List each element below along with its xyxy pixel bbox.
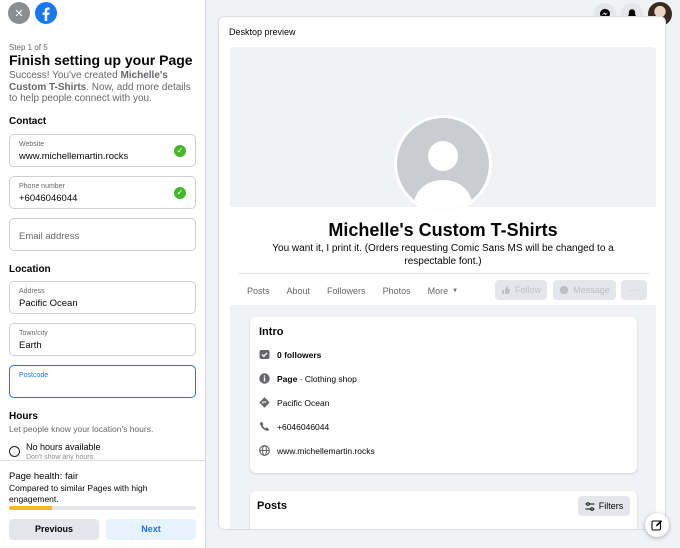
followers-row: 0 followers [259, 349, 321, 360]
phone-row: +6046046044 [259, 421, 329, 432]
message-button[interactable]: Message [553, 280, 616, 300]
close-icon[interactable]: × [8, 2, 30, 24]
phone-icon [259, 421, 270, 432]
tab-photos[interactable]: Photos [383, 286, 411, 296]
location-pin-icon [259, 397, 270, 408]
phone-value: +6046046044 [19, 193, 78, 204]
hours-subtitle: Let people know your location's hours. [9, 424, 154, 434]
page-tabs: Posts About Followers Photos More ▼ [247, 286, 475, 296]
preview-label: Desktop preview [229, 27, 296, 37]
check-icon: ✓ [174, 187, 186, 199]
followers-icon [259, 349, 270, 360]
website-field[interactable]: Website www.michellemartin.rocks ✓ [9, 134, 196, 167]
posts-title: Posts [257, 500, 287, 512]
info-icon [259, 373, 270, 384]
phone-field[interactable]: Phone number +6046046044 ✓ [9, 176, 196, 209]
location-row: Pacific Ocean [259, 397, 329, 408]
page-health: Page health: fair Compared to similar Pa… [0, 460, 205, 548]
success-message: Success! You've created Michelle's Custo… [9, 70, 191, 104]
follow-icon [501, 286, 510, 294]
check-icon: ✓ [174, 145, 186, 157]
filters-button[interactable]: Filters [578, 496, 630, 516]
intro-title: Intro [259, 326, 284, 338]
city-field[interactable]: Town/city Earth [9, 323, 196, 356]
health-title: Page health: fair [9, 471, 79, 482]
email-field[interactable]: Email address [9, 218, 196, 251]
divider [239, 273, 649, 274]
default-profile-icon [397, 118, 489, 210]
contact-heading: Contact [9, 116, 47, 127]
next-button[interactable]: Next [106, 519, 196, 540]
page-title: Finish setting up your Page [9, 52, 193, 68]
website-value: www.michellemartin.rocks [19, 151, 129, 162]
health-progress-bar [9, 506, 196, 510]
facebook-logo-icon[interactable] [35, 2, 57, 24]
preview-page-name: Michelle's Custom T-Shirts [328, 220, 558, 240]
intro-card: Intro 0 followers Page · Clothing shop P… [250, 317, 637, 473]
filters-icon [585, 501, 595, 511]
health-subtitle: Compared to similar Pages with high enga… [9, 483, 148, 504]
caret-down-icon: ▼ [452, 288, 459, 294]
tab-more[interactable]: More ▼ [428, 286, 458, 296]
more-options-button[interactable]: ··· [621, 280, 647, 300]
hours-heading: Hours [9, 411, 38, 422]
globe-icon [259, 445, 270, 456]
no-hours-label: No hours available [26, 442, 101, 452]
no-hours-radio[interactable] [9, 446, 20, 457]
postcode-field[interactable]: Postcode [9, 365, 196, 398]
address-field[interactable]: Address Pacific Ocean [9, 281, 196, 314]
city-value: Earth [19, 340, 42, 351]
posts-card: Posts Filters [250, 491, 637, 529]
setup-panel: × Step 1 of 5 Finish setting up your Pag… [0, 0, 206, 548]
tab-posts[interactable]: Posts [247, 286, 270, 296]
health-progress-fill [9, 506, 52, 510]
previous-button[interactable]: Previous [9, 519, 99, 540]
email-placeholder: Email address [19, 231, 80, 242]
follow-button[interactable]: Follow [495, 280, 547, 300]
preview-description: You want it, I print it. (Orders request… [272, 243, 614, 267]
tab-followers[interactable]: Followers [327, 286, 366, 296]
profile-picture [394, 115, 492, 213]
address-value: Pacific Ocean [19, 298, 78, 309]
website-row: www.michellemartin.rocks [259, 445, 375, 456]
desktop-preview-card: Desktop preview Michelle's Custom T-Shir… [218, 16, 666, 530]
tab-about[interactable]: About [287, 286, 311, 296]
category-row: Page · Clothing shop [259, 373, 357, 384]
messenger-icon [559, 285, 569, 295]
location-heading: Location [9, 264, 51, 275]
edit-icon[interactable] [645, 513, 669, 537]
step-indicator: Step 1 of 5 [9, 43, 48, 52]
